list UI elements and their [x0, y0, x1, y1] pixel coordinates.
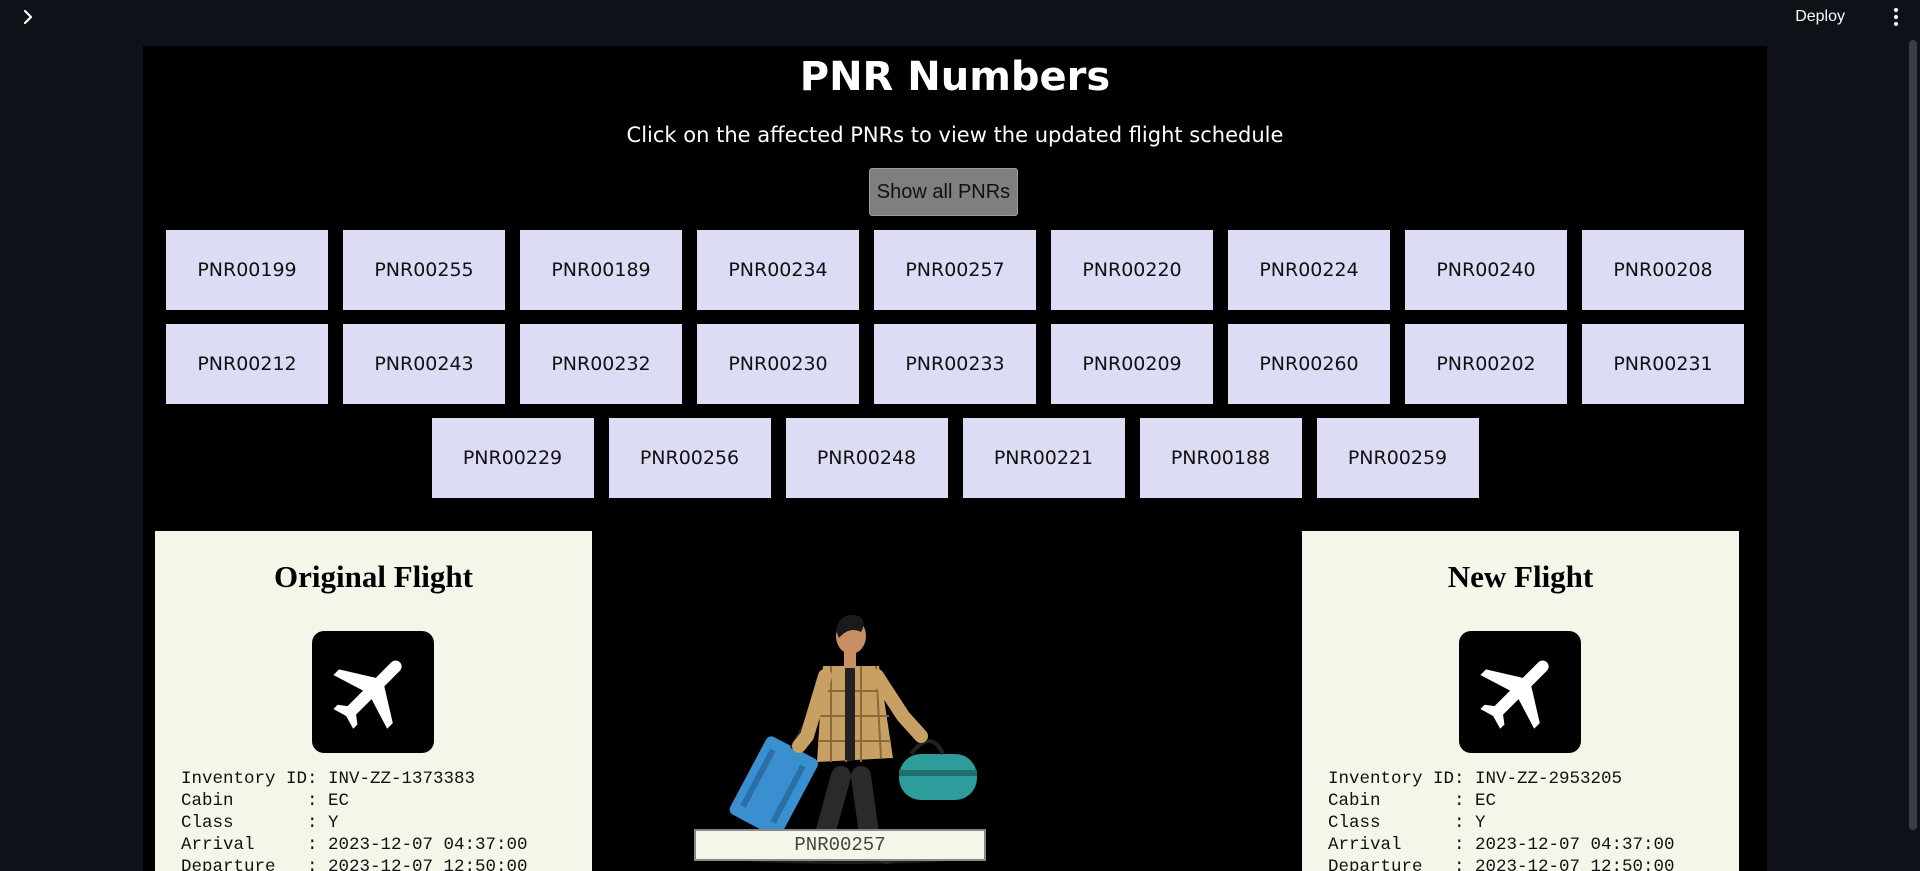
original-flight-details: Inventory ID: INV-ZZ-1373383 Cabin : EC Cl…: [181, 768, 528, 871]
pnr-button[interactable]: PNR00259: [1316, 418, 1479, 498]
pnr-button[interactable]: PNR00208: [1582, 230, 1744, 310]
pnr-button[interactable]: PNR00229: [431, 418, 594, 498]
pnr-button[interactable]: PNR00256: [608, 418, 771, 498]
flight-detail-line: Cabin : EC: [181, 791, 350, 811]
flight-detail-line: Departure : 2023-12-07 12:50:00: [1328, 857, 1675, 871]
scrollbar[interactable]: [1909, 40, 1917, 830]
flight-detail-line: Class : Y: [181, 813, 339, 833]
original-flight-card: Original Flight Inventory ID: INV-ZZ-137…: [155, 531, 592, 871]
pnr-button[interactable]: PNR00188: [1139, 418, 1302, 498]
pnr-button[interactable]: PNR00199: [166, 230, 328, 310]
deploy-button[interactable]: Deploy: [1795, 8, 1845, 26]
original-flight-title: Original Flight: [274, 559, 473, 594]
pnr-button[interactable]: PNR00234: [697, 230, 859, 310]
selected-pnr-label: PNR00257: [694, 829, 986, 861]
pnr-button[interactable]: PNR00243: [343, 324, 505, 404]
traveler-illustration: [729, 615, 977, 864]
pnr-button[interactable]: PNR00221: [962, 418, 1125, 498]
pnr-button[interactable]: PNR00220: [1051, 230, 1213, 310]
pnr-button[interactable]: PNR00231: [1582, 324, 1744, 404]
flight-detail-line: Inventory ID: INV-ZZ-1373383: [181, 769, 476, 789]
pnr-button[interactable]: PNR00189: [520, 230, 682, 310]
pnr-row-1: PNR00199 PNR00255 PNR00189 PNR00234 PNR00257…: [143, 230, 1767, 310]
pnr-button[interactable]: PNR00224: [1228, 230, 1390, 310]
pnr-button[interactable]: PNR00255: [343, 230, 505, 310]
flight-detail-line: Arrival : 2023-12-07 04:37:00: [1328, 835, 1675, 855]
airplane-icon: [312, 631, 434, 753]
page-title: PNR Numbers: [799, 54, 1111, 100]
pnr-button[interactable]: PNR00257: [874, 230, 1036, 310]
pnr-button[interactable]: PNR00209: [1051, 324, 1213, 404]
flight-detail-line: Cabin : EC: [1328, 791, 1497, 811]
app-header: Deploy: [0, 0, 1920, 38]
flight-detail-line: Arrival : 2023-12-07 04:37:00: [181, 835, 528, 855]
pnr-row-2: PNR00212 PNR00243 PNR00232 PNR00230 PNR00233…: [143, 324, 1767, 404]
main-menu-icon[interactable]: [1892, 8, 1900, 28]
pnr-row-3: PNR00229 PNR00256 PNR00248 PNR00221 PNR00188…: [143, 418, 1767, 498]
flight-detail-line: Class : Y: [1328, 813, 1486, 833]
pnr-button[interactable]: PNR00230: [697, 324, 859, 404]
pnr-button[interactable]: PNR00232: [520, 324, 682, 404]
show-all-pnrs-button[interactable]: Show all PNRs: [869, 168, 1018, 216]
airplane-icon: [1459, 631, 1581, 753]
pnr-button[interactable]: PNR00202: [1405, 324, 1567, 404]
pnr-button[interactable]: PNR00240: [1405, 230, 1567, 310]
new-flight-title: New Flight: [1447, 559, 1594, 594]
chevron-right-icon[interactable]: [18, 7, 38, 27]
page-subtitle: Click on the affected PNRs to view the u…: [626, 123, 1284, 147]
pnr-button[interactable]: PNR00248: [785, 418, 948, 498]
pnr-button[interactable]: PNR00260: [1228, 324, 1390, 404]
pnr-button[interactable]: PNR00212: [166, 324, 328, 404]
main-panel: PNR Numbers Click on the affected PNRs t…: [143, 46, 1767, 871]
pnr-button[interactable]: PNR00233: [874, 324, 1036, 404]
flight-detail-line: Departure : 2023-12-07 12:50:00: [181, 857, 528, 871]
new-flight-card: New Flight Inventory ID: INV-ZZ-2953205 C…: [1302, 531, 1739, 871]
flight-detail-line: Inventory ID: INV-ZZ-2953205: [1328, 769, 1623, 789]
new-flight-details: Inventory ID: INV-ZZ-2953205 Cabin : EC Cl…: [1328, 768, 1675, 871]
